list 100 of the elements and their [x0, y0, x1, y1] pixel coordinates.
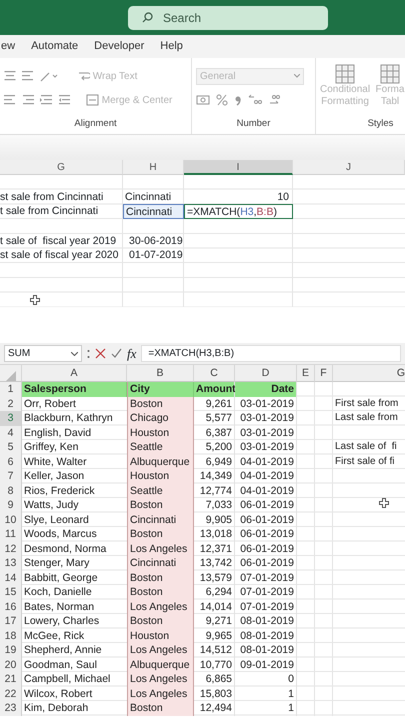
table-cell-text: Koch, Danielle [23, 585, 93, 600]
row-number[interactable]: 11 [0, 527, 22, 542]
table-cell-text: Kim, Deborah [23, 701, 90, 716]
table-cell: 07-01-2019 [235, 570, 297, 586]
table-cell: Seattle [127, 440, 194, 455]
row-number[interactable]: 21 [0, 672, 22, 687]
table-cell: 09-01-2019 [235, 658, 297, 672]
cancel-icon[interactable] [95, 348, 106, 360]
row-number[interactable]: 18 [0, 628, 22, 644]
table-cell: Cincinnati [127, 512, 194, 528]
column-header[interactable]: C [194, 365, 235, 382]
column-header[interactable]: D [235, 365, 297, 382]
table-cell: Boston [127, 570, 194, 586]
table-cell-text: Blackburn, Kathryn [23, 411, 114, 426]
group-label: Alignment [73, 116, 118, 131]
table-cell: Albuquerque [127, 454, 194, 470]
row-number[interactable]: 9 [0, 498, 22, 513]
column-header[interactable]: G [0, 160, 123, 175]
table-cell: 13,742 [194, 556, 235, 571]
table-cell: Boston [127, 614, 194, 629]
cursor-icon [379, 498, 389, 508]
cell-text: st sale from Cincinnati [0, 190, 104, 204]
row-number[interactable]: 14 [0, 570, 22, 586]
ribbon-tab[interactable]: Automate [31, 38, 78, 55]
table-cell-text: Rios, Frederick [23, 484, 96, 498]
row-number[interactable]: 12 [0, 542, 22, 556]
table-cell-text: Campbell, Michael [23, 672, 112, 687]
row-number[interactable]: 3 [0, 411, 22, 426]
table-cell: City [127, 382, 194, 397]
name-box[interactable]: SUM [4, 345, 82, 362]
table-cell: 07-01-2019 [235, 600, 297, 614]
table-cell: 9,965 [194, 628, 235, 644]
ribbon-tab[interactable]: Help [160, 38, 183, 55]
column-header[interactable]: H [123, 160, 184, 175]
row-number[interactable]: 7 [0, 469, 22, 484]
row-number[interactable]: 20 [0, 658, 22, 672]
row-number[interactable]: 4 [0, 426, 22, 440]
table-cell: Boston [127, 585, 194, 600]
table-cell: 6,949 [194, 454, 235, 470]
table-cell: Boston [127, 701, 194, 716]
table-cell: 1 [235, 686, 297, 702]
table-cell-text: Bates, Norman [23, 600, 96, 614]
table-cell: 12,371 [194, 542, 235, 556]
row-number[interactable]: 17 [0, 614, 22, 629]
table-cell: 9,905 [194, 512, 235, 528]
table-cell: 7,033 [194, 498, 235, 513]
table-cell: 04-01-2019 [235, 484, 297, 498]
table-cell-text: Last sale of fi [334, 440, 398, 454]
row-number[interactable]: 2 [0, 396, 22, 412]
table-cell-text: First sale from [334, 396, 400, 411]
formula-editor[interactable]: =XMATCH(H3,B:B) [184, 204, 293, 220]
table-cell: 6,387 [194, 426, 235, 440]
row-number[interactable]: 16 [0, 600, 22, 614]
formula-field[interactable]: =XMATCH(H3,B:B) [141, 345, 401, 362]
table-cell-text: Keller, Jason [23, 469, 86, 484]
cell-text: t sale of fiscal year 2019 [0, 234, 118, 248]
table-cell: 06-01-2019 [235, 498, 297, 513]
table-cell: 14,512 [194, 643, 235, 658]
row-number[interactable]: 19 [0, 643, 22, 658]
column-header[interactable]: I [184, 160, 293, 175]
column-header[interactable]: A [22, 365, 127, 382]
row-number[interactable]: 5 [0, 440, 22, 455]
select-all-button[interactable] [0, 365, 22, 382]
insert-function-button[interactable]: fx [127, 344, 136, 364]
caret-icon [294, 74, 300, 78]
cell-text: Cincinnati [124, 190, 172, 204]
table-cell: Salesperson [22, 382, 127, 397]
check-icon[interactable] [111, 348, 122, 360]
row-number[interactable]: 22 [0, 686, 22, 702]
table-cell: 04-01-2019 [235, 454, 297, 470]
row-number[interactable]: 10 [0, 512, 22, 528]
row-number[interactable]: 8 [0, 484, 22, 498]
table-cell: 9,261 [194, 396, 235, 412]
table-cell-text: Shepherd, Annie [23, 643, 103, 658]
table-cell-text: Griffey, Ken [23, 440, 80, 455]
column-header[interactable]: J [293, 160, 405, 175]
table-cell-text: Woods, Marcus [23, 527, 98, 542]
search-field[interactable]: Search [128, 6, 328, 30]
ribbon-tab[interactable]: Developer [94, 38, 144, 55]
column-header[interactable]: G [333, 365, 405, 382]
wrap-icon [78, 70, 90, 82]
column-header[interactable]: B [127, 365, 194, 382]
table-cell: Boston [127, 527, 194, 542]
row-number[interactable]: 1 [0, 382, 22, 397]
column-header[interactable]: E [297, 365, 315, 382]
table-cell: 5,200 [194, 440, 235, 455]
row-number[interactable]: 15 [0, 585, 22, 600]
table-cell: Chicago [127, 411, 194, 426]
select-all-icon [6, 370, 16, 381]
table-cell-text: Babbitt, George [23, 570, 99, 586]
table-cell: 08-01-2019 [235, 628, 297, 644]
table-cell: Houston [127, 628, 194, 644]
table-cell: 03-01-2019 [235, 440, 297, 455]
caret-icon [71, 352, 78, 356]
row-number[interactable]: 6 [0, 454, 22, 470]
ribbon-tab[interactable]: ew [1, 38, 16, 55]
table-cell: Los Angeles [127, 542, 194, 556]
column-header[interactable]: F [315, 365, 333, 382]
row-number[interactable]: 23 [0, 701, 22, 716]
row-number[interactable]: 13 [0, 556, 22, 571]
